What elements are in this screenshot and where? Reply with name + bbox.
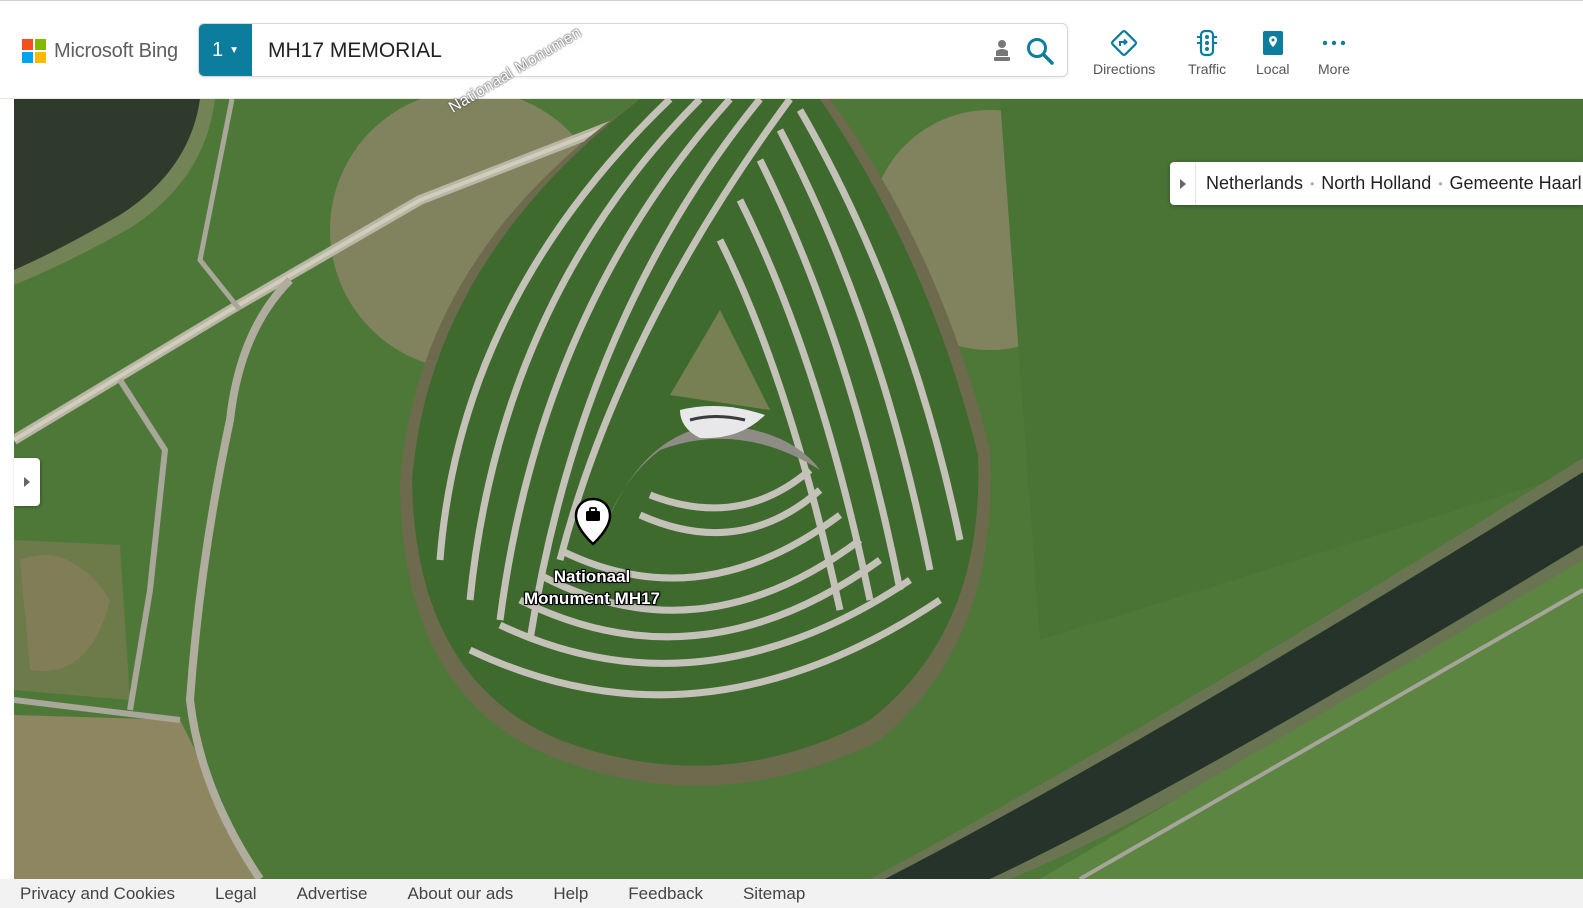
footer-link-about-ads[interactable]: About our ads (407, 884, 513, 904)
microsoft-logo-icon (22, 39, 46, 63)
footer-link-help[interactable]: Help (553, 884, 588, 904)
breadcrumb-separator: • (1310, 176, 1315, 191)
search-icon[interactable] (1025, 36, 1055, 66)
footer-link-advertise[interactable]: Advertise (297, 884, 368, 904)
search-input[interactable] (266, 24, 970, 76)
location-breadcrumb: Netherlands • North Holland • Gemeente H… (1170, 162, 1583, 205)
chevron-right-icon (24, 477, 30, 487)
bing-logo[interactable]: Microsoft Bing (22, 39, 178, 63)
chevron-down-icon: ▼ (229, 44, 240, 56)
left-panel-edge (0, 99, 14, 879)
footer-link-legal[interactable]: Legal (215, 884, 257, 904)
nav-local[interactable]: Local (1256, 29, 1289, 77)
footer-link-feedback[interactable]: Feedback (628, 884, 703, 904)
more-dots-icon (1320, 29, 1348, 57)
nav-local-label: Local (1256, 61, 1290, 77)
expand-panel-button[interactable] (14, 458, 40, 506)
footer-link-privacy[interactable]: Privacy and Cookies (20, 884, 175, 904)
nav-traffic[interactable]: Traffic (1188, 29, 1226, 77)
aerial-map[interactable] (14, 99, 1583, 879)
header: Microsoft Bing 1 ▼ Directions Traffic (0, 1, 1583, 99)
breadcrumb-separator: • (1438, 176, 1443, 191)
breadcrumb-municipality[interactable]: Gemeente Haarl (1450, 173, 1582, 194)
pin-label-line1: Nationaal (553, 567, 631, 586)
nav-more[interactable]: More (1318, 29, 1350, 77)
result-count: 1 (211, 38, 224, 61)
brand-name: Microsoft Bing (54, 39, 178, 62)
location-pin-icon[interactable] (574, 497, 612, 547)
aerial-imagery (14, 99, 1583, 879)
breadcrumb-province[interactable]: North Holland (1321, 173, 1431, 194)
footer: Privacy and Cookies Legal Advertise Abou… (0, 879, 1583, 908)
pin-label-line2: Monument MH17 (524, 589, 660, 608)
directions-icon (1110, 29, 1138, 57)
nav-more-label: More (1318, 61, 1350, 77)
search-box: 1 ▼ (198, 23, 1068, 77)
footer-link-sitemap[interactable]: Sitemap (743, 884, 805, 904)
breadcrumb-country[interactable]: Netherlands (1206, 173, 1303, 194)
result-count-dropdown[interactable]: 1 ▼ (199, 24, 252, 76)
nav-traffic-label: Traffic (1188, 61, 1227, 77)
local-icon (1259, 29, 1287, 57)
pin-label[interactable]: Nationaal Monument MH17 (492, 566, 692, 610)
chevron-right-icon (1179, 178, 1186, 189)
traffic-icon (1193, 29, 1221, 57)
breadcrumb-toggle[interactable] (1170, 162, 1196, 205)
nav-directions-label: Directions (1093, 61, 1156, 77)
streetside-person-icon[interactable] (991, 39, 1013, 63)
nav-directions[interactable]: Directions (1093, 29, 1155, 77)
